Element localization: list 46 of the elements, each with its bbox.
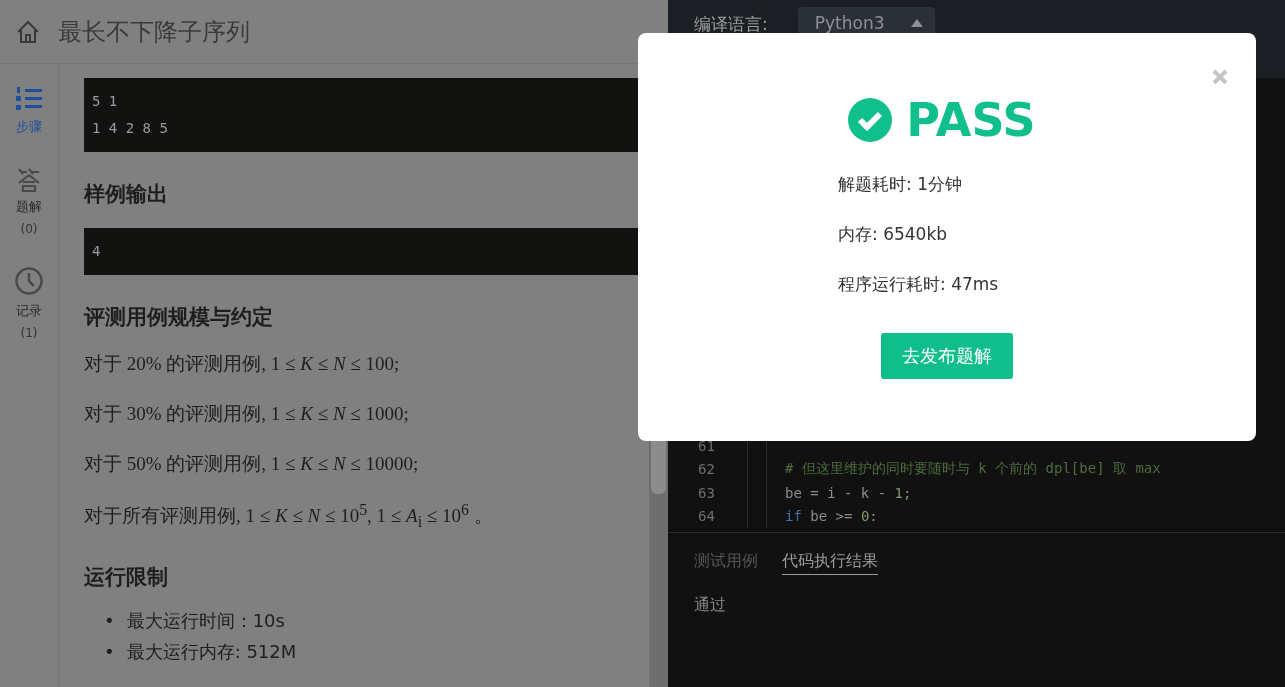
constraint-text: 对于所有评测用例, 1 ≤ K ≤ N ≤ 10$^{5}$, 1 ≤ A$_{i}$ ≤ 10$^{6}$ 。 [84,505,493,527]
constraint-text: 对于 30% 的评测用例, 1 ≤ K ≤ N ≤ 1000; [84,403,409,424]
publish-solution-button[interactable]: 去发布题解 [881,333,1013,379]
limit-item: 最大运行时间：10s [126,609,285,634]
problem-title: 最长不下降子序列 [58,16,250,48]
bullet-mark: • [104,609,115,634]
code-text: 5 1 [92,92,119,111]
result-tab[interactable]: 代码执行结果 [782,551,878,575]
line-number: 63 [668,481,748,505]
sidebar-label: 步骤 [16,118,42,136]
stat-text: 内存: 6540kb [838,223,949,245]
limit-item: 最大运行内存: 512M [126,640,297,665]
code-line: # 但这里维护的同时要随时与 k 个前的 dpl[be] 取 max [785,460,1161,479]
language-label: 编译语言: [694,13,768,36]
close-button[interactable] [1212,69,1228,85]
numbered-list-icon [15,86,43,112]
line-number: 62 [668,457,748,481]
code-text: 1 4 2 8 5 [92,119,169,138]
sidebar-item[interactable]: 题解 (0) [16,166,42,236]
close-icon [1212,69,1228,85]
line-number: 64 [668,504,748,528]
sidebar-label: 题解 [16,198,42,216]
code-line: if be >= 0: [785,508,878,525]
caret-icon [910,19,923,27]
code-line: be = i - k - 1; [785,484,912,501]
result-tab[interactable]: 测试用例 [694,551,758,575]
code-text: 4 [92,242,102,261]
clock-icon [14,266,44,296]
home-icon[interactable] [16,19,40,44]
check-circle-icon [848,98,893,142]
bullet-mark: • [104,640,115,665]
stat-text: 程序运行耗时: 47ms [838,273,999,295]
section-heading: 评测用例规模与约定 [84,304,274,331]
pass-status: PASS [906,93,1036,147]
answer-icon [16,166,42,192]
sidebar-count: (1) [20,326,38,340]
sidebar-item[interactable]: 步骤 [15,86,43,136]
constraint-text: 对于 50% 的评测用例, 1 ≤ K ≤ N ≤ 10000; [84,453,419,474]
result-text: 通过 [694,595,727,616]
sidebar-item[interactable]: 记录 (1) [14,266,44,340]
sidebar-label: 记录 [16,302,42,320]
stat-text: 解题耗时: 1分钟 [838,173,963,195]
constraint-text: 对于 20% 的评测用例, 1 ≤ K ≤ N ≤ 100; [84,353,400,374]
section-heading: 样例输出 [84,181,169,208]
section-heading: 运行限制 [84,564,169,592]
sidebar-count: (0) [20,222,38,236]
